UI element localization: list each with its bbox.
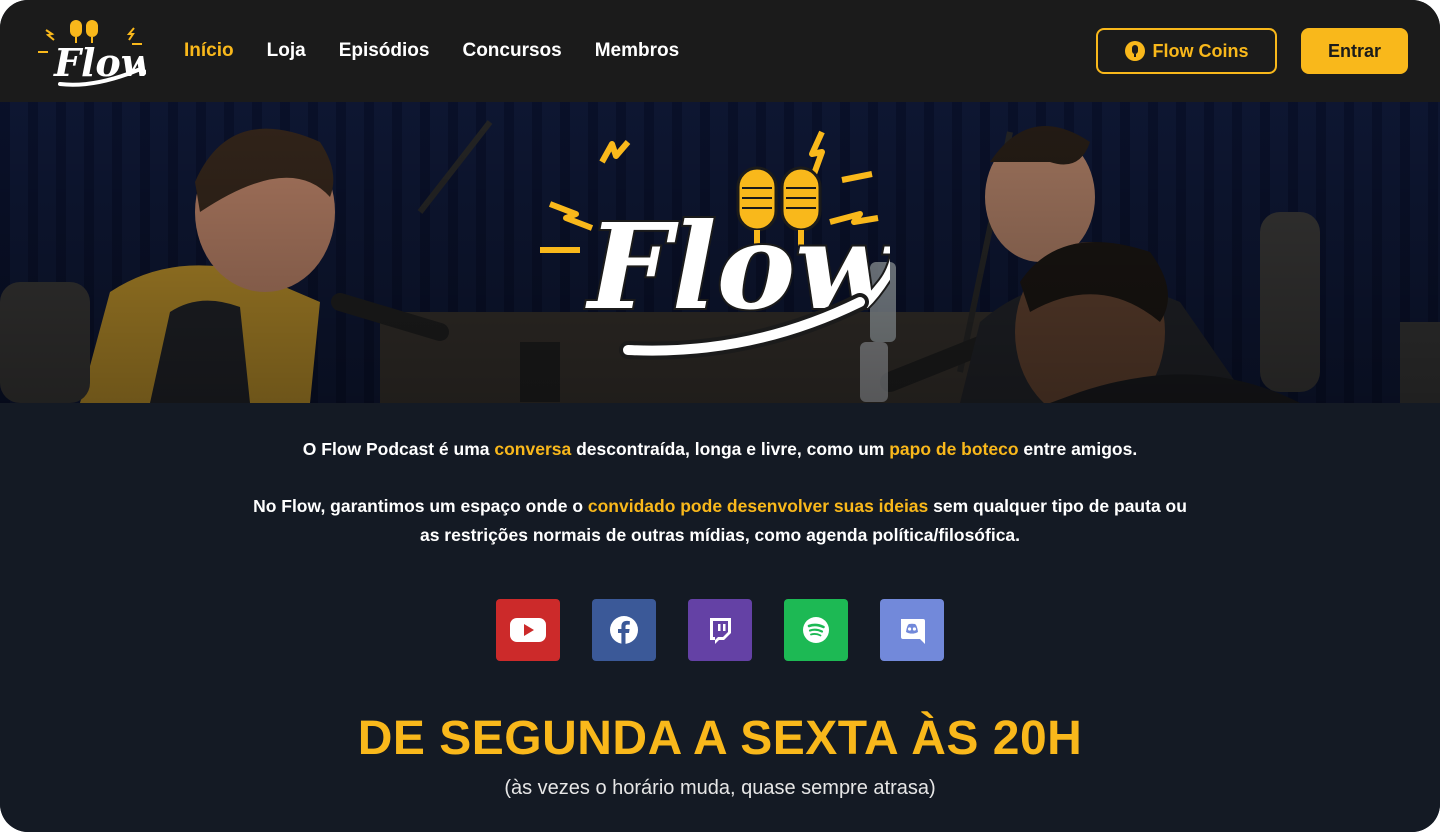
highlighted-text: convidado pode desenvolver suas ideias: [587, 496, 929, 516]
text-segment: entre amigos.: [1018, 439, 1138, 459]
discord-link[interactable]: [880, 599, 944, 661]
intro-paragraph-1: O Flow Podcast é uma conversa descontraí…: [0, 435, 1440, 464]
nav-link-episodios[interactable]: Episódios: [339, 38, 430, 64]
text-segment: descontraída, longa e livre, como um: [571, 439, 890, 459]
text-segment: O Flow Podcast é uma: [302, 439, 495, 459]
intro-paragraph-2: No Flow, garantimos um espaço onde o con…: [0, 492, 1440, 550]
social-links: [496, 599, 944, 661]
page: Flow Início Loja Episódios Concursos Mem…: [0, 0, 1440, 832]
top-navbar: Flow Início Loja Episódios Concursos Mem…: [0, 0, 1440, 102]
intro-paragraph-2-line-2: as restrições normais de outras mídias, …: [419, 525, 1021, 545]
main-nav: Início Loja Episódios Concursos Membros: [184, 38, 679, 64]
flow-coins-button[interactable]: Flow Coins: [1096, 28, 1277, 74]
hero-flow-logo: Flow: [540, 130, 890, 360]
about-section: O Flow Podcast é uma conversa descontraí…: [0, 403, 1440, 832]
flow-logo[interactable]: Flow: [34, 14, 146, 92]
spotify-link[interactable]: [784, 599, 848, 661]
highlighted-text: papo de boteco: [889, 439, 1019, 459]
spotify-icon: [803, 617, 829, 643]
coin-icon: [1124, 41, 1145, 61]
nav-link-concursos[interactable]: Concursos: [462, 38, 561, 64]
twitch-icon: [710, 618, 731, 644]
text-segment: No Flow, garantimos um espaço onde o: [253, 496, 588, 516]
flow-coins-label: Flow Coins: [1152, 40, 1249, 61]
schedule-subtitle: (às vezes o horário muda, quase sempre a…: [504, 777, 936, 799]
youtube-icon: [510, 618, 546, 642]
text-segment: sem qualquer tipo de pauta ou: [928, 496, 1187, 516]
nav-link-inicio[interactable]: Início: [184, 38, 234, 64]
discord-icon: [901, 619, 925, 644]
intro-paragraph-2-line-1: No Flow, garantimos um espaço onde o con…: [253, 496, 1187, 516]
facebook-link[interactable]: [592, 599, 656, 661]
nav-link-membros[interactable]: Membros: [595, 38, 679, 64]
hero-banner: Flow: [0, 102, 1440, 403]
twitch-link[interactable]: [688, 599, 752, 661]
highlighted-text: conversa: [494, 439, 572, 459]
facebook-icon: [610, 616, 638, 644]
schedule-title: DE SEGUNDA A SEXTA ÀS 20H: [357, 712, 1083, 765]
nav-link-loja[interactable]: Loja: [267, 38, 306, 64]
login-button[interactable]: Entrar: [1301, 28, 1408, 74]
youtube-link[interactable]: [496, 599, 560, 661]
svg-text:Flow: Flow: [53, 40, 146, 85]
